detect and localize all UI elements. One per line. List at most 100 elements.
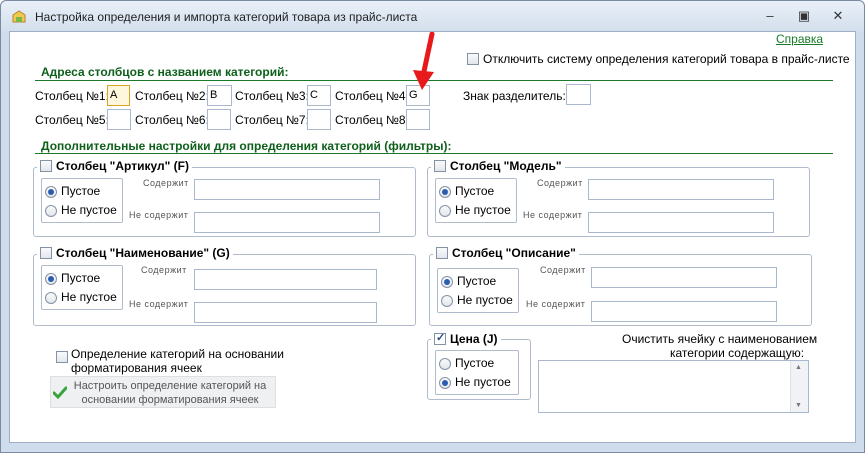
column-8-label: Столбец №8: bbox=[335, 113, 409, 127]
help-link[interactable]: Справка bbox=[776, 32, 823, 46]
group-model-header: Столбец "Модель" bbox=[431, 159, 565, 173]
group-model-notcontains-label: Не содержит bbox=[523, 210, 583, 220]
group-model-contains-label: Содержит bbox=[537, 178, 583, 188]
group-price-notempty-label: Не пустое bbox=[455, 375, 511, 389]
column-7-label: Столбец №7: bbox=[235, 113, 309, 127]
group-description-empty-label: Пустое bbox=[457, 274, 497, 288]
group-description-header: Столбец "Описание" bbox=[433, 246, 579, 260]
close-button[interactable]: ✕ bbox=[827, 7, 849, 25]
addresses-section-title: Адреса столбцов с названием категорий: bbox=[41, 65, 289, 79]
configure-format-button-line2: основании форматирования ячеек bbox=[81, 394, 259, 406]
disable-system-checkbox[interactable] bbox=[467, 53, 479, 65]
app-icon bbox=[12, 10, 26, 23]
group-article-notcontains-label: Не содержит bbox=[129, 210, 189, 220]
group-price-header: ✓ Цена (J) bbox=[431, 332, 501, 346]
group-description-notcontains-input[interactable] bbox=[591, 301, 777, 322]
group-name-notcontains-label: Не содержит bbox=[129, 299, 189, 309]
filters-section-title: Дополнительные настройки для определения… bbox=[41, 139, 452, 153]
scroll-down-icon[interactable]: ▼ bbox=[795, 402, 802, 409]
format-detect-label-line2: форматирования ячеек bbox=[71, 361, 202, 375]
group-article-contains-input[interactable] bbox=[194, 179, 380, 200]
group-description-notcontains-label: Не содержит bbox=[526, 299, 586, 309]
group-name-empty-label: Пустое bbox=[61, 271, 101, 285]
column-1-input[interactable]: A bbox=[107, 85, 130, 106]
scroll-up-icon[interactable]: ▲ bbox=[795, 364, 802, 371]
group-price-notempty-radio[interactable] bbox=[439, 377, 451, 389]
group-name-notempty-label: Не пустое bbox=[61, 290, 117, 304]
group-model-empty-radio[interactable] bbox=[439, 186, 451, 198]
checkmark-icon: ✓ bbox=[436, 332, 446, 344]
column-5-input[interactable] bbox=[107, 109, 131, 130]
column-6-label: Столбец №6: bbox=[135, 113, 209, 127]
separator-input[interactable] bbox=[566, 84, 591, 105]
group-model-notempty-radio[interactable] bbox=[439, 205, 451, 217]
title-bar: Настройка определения и импорта категори… bbox=[1, 1, 864, 33]
group-name-title: Столбец "Наименование" (G) bbox=[56, 246, 230, 260]
group-article-notempty-label: Не пустое bbox=[61, 203, 117, 217]
column-3-input[interactable]: C bbox=[307, 85, 331, 106]
group-price-empty-label: Пустое bbox=[455, 356, 495, 370]
group-model-empty-label: Пустое bbox=[455, 184, 495, 198]
green-check-icon bbox=[53, 386, 67, 400]
group-price-empty-radio[interactable] bbox=[439, 358, 451, 370]
column-1-label: Столбец №1: bbox=[35, 89, 109, 103]
column-7-input[interactable] bbox=[307, 109, 331, 130]
column-3-label: Столбец №3: bbox=[235, 89, 309, 103]
group-article-title: Столбец "Артикул" (F) bbox=[56, 159, 189, 173]
group-article-header: Столбец "Артикул" (F) bbox=[37, 159, 192, 173]
group-article-notcontains-input[interactable] bbox=[194, 212, 380, 233]
format-detect-label-line1: Определение категорий на основании bbox=[71, 347, 284, 361]
column-6-input[interactable] bbox=[207, 109, 231, 130]
minimize-button[interactable]: – bbox=[759, 7, 781, 25]
group-model-notcontains-input[interactable] bbox=[588, 212, 774, 233]
group-description-radio-box: Пустое Не пустое bbox=[437, 268, 519, 313]
filters-divider bbox=[35, 153, 833, 154]
group-name-contains-label: Содержит bbox=[141, 265, 187, 275]
group-description-empty-radio[interactable] bbox=[441, 276, 453, 288]
clear-cell-label-line2: категории содержащую: bbox=[670, 346, 805, 360]
format-detect-checkbox[interactable] bbox=[56, 351, 68, 363]
configure-format-button[interactable]: Настроить определение категорий на основ… bbox=[50, 376, 276, 408]
column-2-label: Столбец №2: bbox=[135, 89, 209, 103]
group-article-empty-radio[interactable] bbox=[45, 186, 57, 198]
maximize-button[interactable]: ▣ bbox=[793, 7, 815, 25]
group-price-title: Цена (J) bbox=[450, 332, 498, 346]
column-4-label: Столбец №4: bbox=[335, 89, 409, 103]
window-title: Настройка определения и импорта категори… bbox=[35, 10, 418, 24]
group-model-notempty-label: Не пустое bbox=[455, 203, 511, 217]
group-model-title: Столбец "Модель" bbox=[450, 159, 562, 173]
group-description-notempty-radio[interactable] bbox=[441, 295, 453, 307]
group-name-header: Столбец "Наименование" (G) bbox=[37, 246, 233, 260]
column-5-label: Столбец №5: bbox=[35, 113, 109, 127]
clear-cell-label-line1: Очистить ячейку с наименованием bbox=[622, 332, 818, 346]
group-name-contains-input[interactable] bbox=[194, 269, 377, 290]
group-description-contains-input[interactable] bbox=[591, 267, 777, 288]
group-name-radio-box: Пустое Не пустое bbox=[41, 265, 123, 310]
column-8-input[interactable] bbox=[406, 109, 430, 130]
group-article-notempty-radio[interactable] bbox=[45, 205, 57, 217]
group-article-empty-label: Пустое bbox=[61, 184, 101, 198]
red-arrow-icon bbox=[413, 32, 435, 90]
clear-cell-memo[interactable]: ▲ ▼ bbox=[538, 360, 809, 413]
group-name-notempty-radio[interactable] bbox=[45, 292, 57, 304]
separator-label: Знак разделитель: bbox=[463, 89, 566, 103]
group-description-contains-label: Содержит bbox=[540, 265, 586, 275]
group-name-empty-radio[interactable] bbox=[45, 273, 57, 285]
group-name-checkbox[interactable] bbox=[40, 247, 52, 259]
group-model-contains-input[interactable] bbox=[588, 179, 774, 200]
group-description-notempty-label: Не пустое bbox=[457, 293, 513, 307]
memo-scrollbar[interactable]: ▲ ▼ bbox=[790, 361, 808, 412]
configure-format-button-line1: Настроить определение категорий на bbox=[73, 380, 267, 392]
group-price-radio-box: Пустое Не пустое bbox=[435, 350, 519, 395]
group-article-checkbox[interactable] bbox=[40, 160, 52, 172]
group-description-title: Столбец "Описание" bbox=[452, 246, 576, 260]
group-description-checkbox[interactable] bbox=[436, 247, 448, 259]
group-name-notcontains-input[interactable] bbox=[194, 302, 377, 323]
column-2-input[interactable]: B bbox=[207, 85, 232, 106]
client-area: Справка Отключить систему определения ка… bbox=[9, 31, 856, 443]
group-model-checkbox[interactable] bbox=[434, 160, 446, 172]
group-price-checkbox[interactable]: ✓ bbox=[434, 332, 446, 345]
group-article-radio-box: Пустое Не пустое bbox=[41, 178, 123, 223]
group-article-contains-label: Содержит bbox=[143, 178, 189, 188]
group-model-radio-box: Пустое Не пустое bbox=[435, 178, 517, 223]
